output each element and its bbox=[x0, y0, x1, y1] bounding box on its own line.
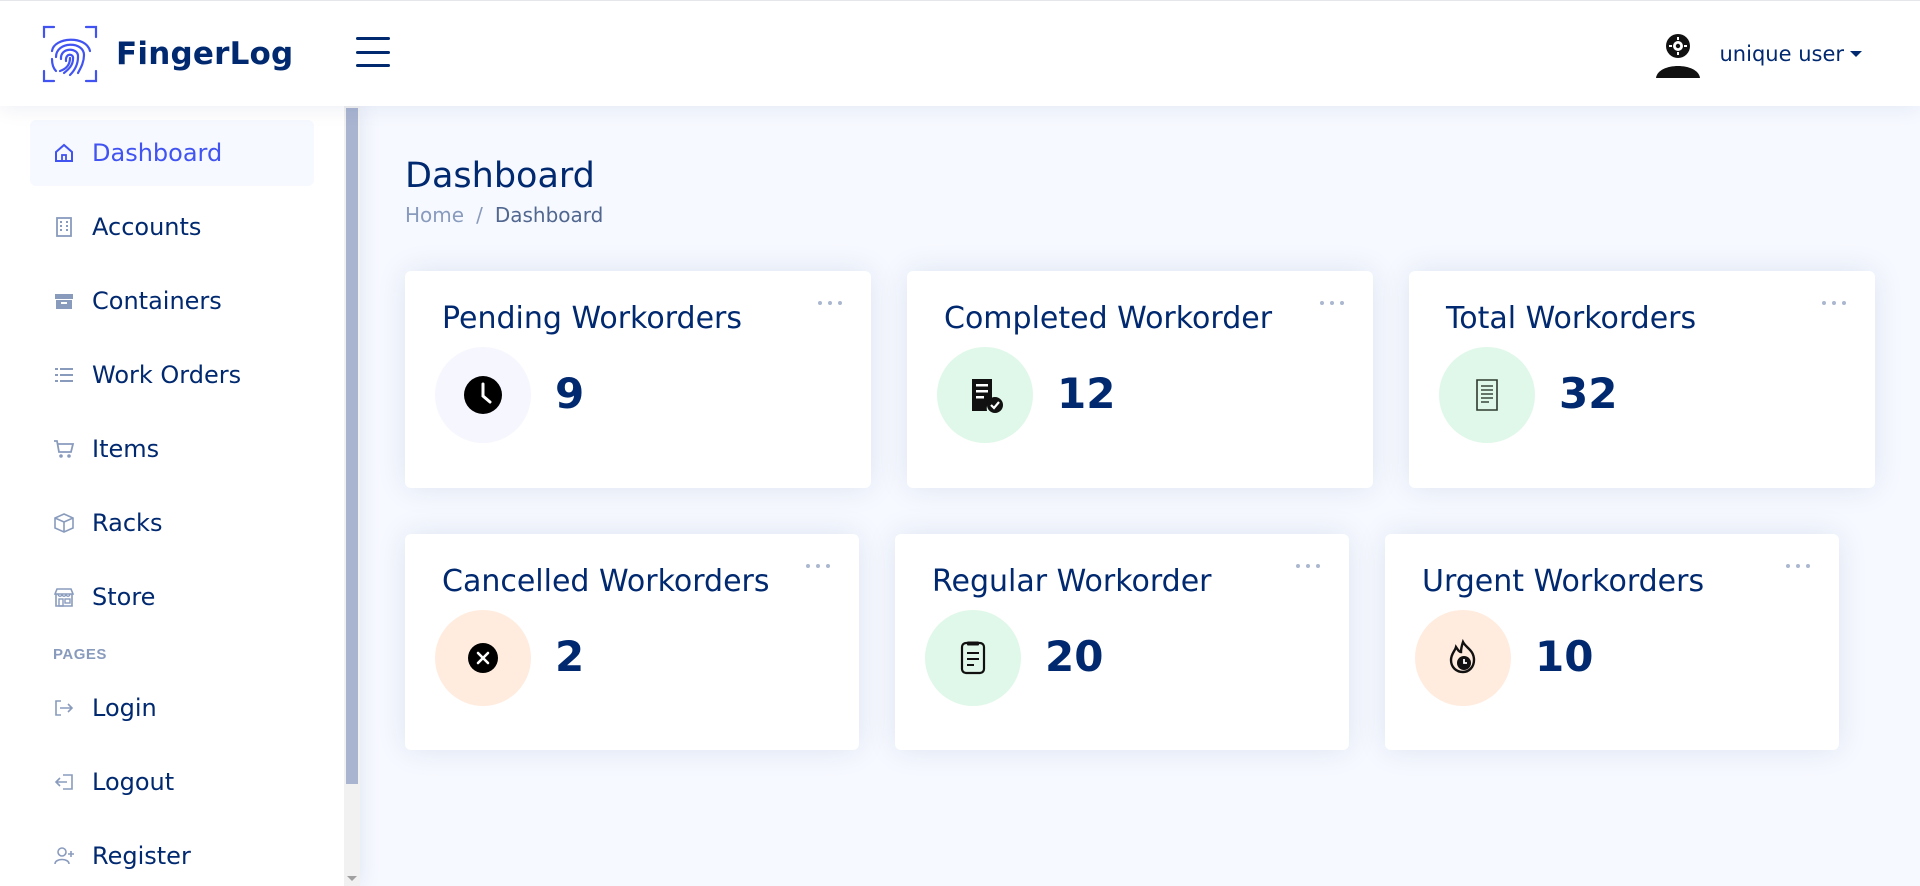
clock-icon bbox=[464, 376, 502, 414]
shop-icon bbox=[52, 585, 76, 609]
sidebar-toggle-button[interactable] bbox=[356, 37, 390, 67]
breadcrumb: Home / Dashboard bbox=[405, 203, 603, 227]
card-menu-dots-icon[interactable] bbox=[1822, 297, 1846, 309]
card-value: 12 bbox=[1057, 369, 1116, 418]
box-icon bbox=[52, 511, 76, 535]
user-avatar-icon bbox=[1655, 34, 1700, 78]
brand-name: FingerLog bbox=[116, 36, 294, 72]
sidebar-item-items[interactable]: Items bbox=[30, 416, 314, 482]
card-menu-dots-icon[interactable] bbox=[1320, 297, 1344, 309]
sidebar-item-work-orders[interactable]: Work Orders bbox=[30, 342, 314, 408]
sidebar-item-store[interactable]: Store bbox=[30, 564, 314, 630]
card-value: 20 bbox=[1045, 632, 1104, 681]
card-menu-dots-icon[interactable] bbox=[806, 560, 830, 572]
card-title: Regular Workorder bbox=[932, 564, 1212, 599]
sidebar-item-label: Logout bbox=[92, 768, 175, 796]
sidebar-item-racks[interactable]: Racks bbox=[30, 490, 314, 556]
regular-workorder-card: Regular Workorder 20 bbox=[895, 534, 1349, 750]
sidebar-item-logout[interactable]: Logout bbox=[30, 749, 314, 815]
sidebar-item-label: Register bbox=[92, 842, 191, 870]
fire-clock-icon bbox=[1449, 639, 1476, 674]
urgent-workorders-card: Urgent Workorders 10 bbox=[1385, 534, 1839, 750]
total-workorders-card: Total Workorders 32 bbox=[1409, 271, 1875, 488]
caret-down-icon bbox=[1850, 51, 1862, 57]
breadcrumb-separator: / bbox=[476, 203, 483, 227]
card-menu-dots-icon[interactable] bbox=[818, 297, 842, 309]
card-menu-dots-icon[interactable] bbox=[1786, 560, 1810, 572]
hamburger-icon bbox=[356, 37, 390, 40]
archive-icon bbox=[52, 289, 76, 313]
sidebar-scrollbar-thumb[interactable] bbox=[346, 108, 358, 784]
top-header: FingerLog unique user bbox=[0, 0, 1920, 106]
card-icon-circle bbox=[435, 347, 531, 443]
sidebar-item-label: Store bbox=[92, 583, 156, 611]
card-title: Completed Workorder bbox=[944, 301, 1273, 336]
card-menu-dots-icon[interactable] bbox=[1296, 560, 1320, 572]
person-plus-icon bbox=[52, 844, 76, 868]
breadcrumb-home-link[interactable]: Home bbox=[405, 203, 464, 227]
sidebar-item-register[interactable]: Register bbox=[30, 823, 314, 886]
cancelled-workorders-card: Cancelled Workorders 2 bbox=[405, 534, 859, 750]
card-value: 10 bbox=[1535, 632, 1594, 681]
login-icon bbox=[52, 696, 76, 720]
card-title: Cancelled Workorders bbox=[442, 564, 770, 599]
sidebar: Dashboard Accounts Containers Work Order… bbox=[0, 106, 360, 886]
receipt-check-icon bbox=[972, 379, 1003, 413]
completed-workorder-card: Completed Workorder 12 bbox=[907, 271, 1373, 488]
scroll-down-arrow-icon[interactable] bbox=[347, 876, 357, 881]
x-circle-icon bbox=[468, 643, 498, 673]
card-value: 32 bbox=[1559, 369, 1618, 418]
document-icon bbox=[960, 641, 986, 675]
sidebar-item-label: Dashboard bbox=[92, 139, 223, 167]
card-title: Urgent Workorders bbox=[1422, 564, 1705, 599]
sidebar-item-label: Accounts bbox=[92, 213, 202, 241]
brand-logo[interactable]: FingerLog bbox=[42, 25, 293, 83]
hamburger-line bbox=[356, 64, 390, 67]
sidebar-item-login[interactable]: Login bbox=[30, 675, 314, 741]
hamburger-line bbox=[356, 50, 390, 54]
sidebar-item-label: Items bbox=[92, 435, 160, 463]
card-icon-circle bbox=[1439, 347, 1535, 443]
fingerprint-logo-icon bbox=[42, 25, 98, 83]
card-icon-circle bbox=[937, 347, 1033, 443]
card-title: Total Workorders bbox=[1446, 301, 1697, 336]
receipt-icon bbox=[1476, 379, 1498, 411]
sidebar-item-containers[interactable]: Containers bbox=[30, 268, 314, 334]
house-icon bbox=[52, 141, 76, 165]
logout-icon bbox=[52, 770, 76, 794]
pending-workorders-card: Pending Workorders 9 bbox=[405, 271, 871, 488]
breadcrumb-current: Dashboard bbox=[494, 203, 604, 227]
card-title: Pending Workorders bbox=[442, 301, 742, 336]
sidebar-pages-heading: PAGES bbox=[53, 646, 107, 663]
card-icon-circle bbox=[435, 610, 531, 706]
card-value: 9 bbox=[555, 369, 585, 418]
sidebar-item-label: Racks bbox=[92, 509, 163, 537]
page-title: Dashboard bbox=[405, 156, 595, 196]
sidebar-item-label: Containers bbox=[92, 287, 222, 315]
sidebar-item-label: Login bbox=[92, 694, 157, 722]
sidebar-item-accounts[interactable]: Accounts bbox=[30, 194, 314, 260]
user-profile-dropdown[interactable]: unique user bbox=[1652, 25, 1862, 83]
sidebar-item-dashboard[interactable]: Dashboard bbox=[30, 120, 314, 186]
sidebar-item-label: Work Orders bbox=[92, 361, 242, 389]
cart-icon bbox=[52, 437, 76, 461]
card-icon-circle bbox=[925, 610, 1021, 706]
card-icon-circle bbox=[1415, 610, 1511, 706]
card-value: 2 bbox=[555, 632, 585, 681]
user-name: unique user bbox=[1719, 42, 1845, 66]
list-icon bbox=[52, 363, 76, 387]
building-icon bbox=[52, 215, 76, 239]
